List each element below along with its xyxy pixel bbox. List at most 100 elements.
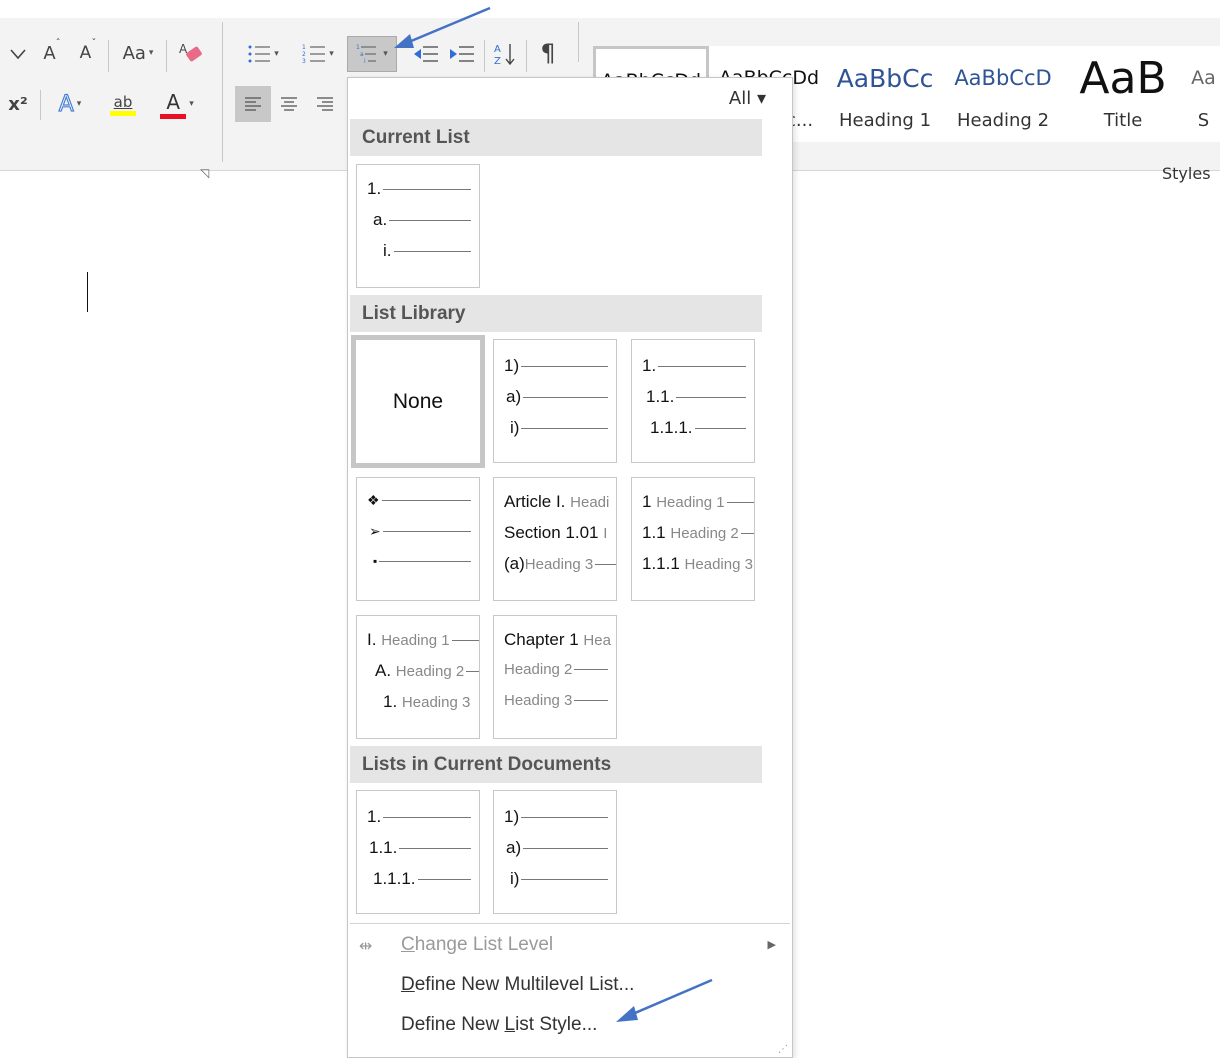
submenu-arrow-icon: ▶ [767,938,776,951]
pilcrow-icon: ¶ [540,39,556,67]
level-sample: Heading 2 [670,524,739,542]
svg-text:3: 3 [302,58,306,65]
annotation-arrow-bottom [616,978,713,1022]
level-label: Section 1.01 [504,523,599,542]
level-label: i) [510,869,520,888]
define-new-multilevel-list-item[interactable]: Define New Multilevel List... [401,974,634,996]
list-tile-bullets[interactable]: ❖ ➢ ▪ [356,477,480,601]
lists-in-current-documents-heading: Lists in Current Documents [350,746,762,783]
align-right-button[interactable] [308,86,342,122]
level-label: 1. [367,807,382,826]
shrink-font-button[interactable]: Aˇ [76,38,100,68]
list-tile-paren[interactable]: 1) a) i) [493,339,617,463]
align-right-icon [317,97,333,111]
change-list-level-item[interactable]: Change List Level [401,934,553,956]
change-list-level-icon: ⇹ [359,936,373,955]
level-sample: Headi [570,493,610,511]
highlight-color-button[interactable]: ab [98,86,148,122]
level-sample: I [603,524,608,542]
level-sample: Heading 1 [381,631,450,649]
menu-item-label: ist Style... [515,1014,598,1035]
level-label: 1.1.1 [642,554,680,573]
level-label: i. [383,241,392,260]
level-label: 1.1 [642,523,666,542]
menu-item-label: efine New Multilevel List... [414,974,635,995]
list-tile-roman-heading[interactable]: I. Heading 1 A. Heading 2 1. Heading 3 [356,615,480,739]
highlighter-icon: ab [113,92,133,111]
level-label: 1) [504,807,520,826]
access-key: L [504,1014,516,1035]
list-filter-dropdown[interactable]: All ▾ [729,88,766,109]
svg-text:2: 2 [302,51,306,58]
clear-formatting-button[interactable]: A [174,38,208,70]
list-tile-none[interactable]: None [351,335,485,468]
bullets-button[interactable]: ▾ [238,38,288,70]
title-bar-strip [0,0,1220,18]
show-formatting-button[interactable]: ¶ [532,36,564,70]
level-label: 1) [504,356,520,375]
font-color-icon: A [166,89,181,114]
align-left-button[interactable] [235,86,271,122]
style-heading-1[interactable]: AaBbCc Heading 1 [829,46,941,142]
style-sample: AaBbCc [836,63,934,93]
level-label: 1. [383,692,398,711]
style-title[interactable]: AaB Title [1063,46,1183,142]
numbered-list-icon: 123 [302,44,326,65]
style-name: Title [1103,110,1143,131]
numbering-button[interactable]: 123 ▾ [292,38,344,70]
current-list-tile[interactable]: 1. a. i. [356,164,480,288]
font-dropdown-chevron[interactable] [4,40,32,68]
style-sample: AaBbCcD [954,66,1052,90]
change-case-label: Aa [122,42,146,64]
text-effects-button[interactable]: A ▾ [46,88,94,120]
bullet-list-icon [248,45,271,63]
level-sample: Hea [583,631,611,649]
level-label: 1.1.1. [650,418,693,437]
menu-item-label: hange List Level [414,934,554,955]
current-list-heading: Current List [350,119,762,156]
align-center-icon [281,97,297,111]
font-dialog-launcher-icon[interactable]: ◹ [200,166,209,180]
multilevel-list-icon: 1ai [356,44,377,65]
style-name: S [1197,110,1210,131]
level-label: 1.1. [369,838,398,857]
svg-text:i: i [364,58,366,65]
bullet-diamond-icon: ❖ [367,492,380,508]
style-name: Heading 1 [838,110,932,131]
access-key: C [401,934,415,955]
doc-list-tile-decimal[interactable]: 1. 1.1. 1.1.1. [356,790,480,914]
define-new-list-style-item[interactable]: Define New List Style... [401,1014,597,1036]
level-label: a) [506,838,522,857]
doc-list-tile-paren[interactable]: 1) a) i) [493,790,617,914]
level-label: (a) [504,554,525,573]
menu-separator [350,923,790,924]
style-sample: AaB [1079,52,1167,104]
style-heading-2[interactable]: AaBbCcD Heading 2 [947,46,1059,142]
level-label: 1. [642,356,657,375]
none-label: None [392,389,444,413]
level-label: 1 [642,492,652,511]
eraser-icon: A [179,42,202,62]
list-tile-article[interactable]: Article I. Headi Section 1.01 I (a) Headi… [493,477,617,601]
list-tile-decimal[interactable]: 1. 1.1. 1.1.1. [631,339,755,463]
level-sample: Heading 3 [684,555,753,573]
text-effects-icon: A [58,91,74,117]
align-center-button[interactable] [272,86,306,122]
change-case-button[interactable]: Aa ▾ [114,38,162,68]
font-color-button[interactable]: A ▾ [150,86,204,122]
chevron-down-icon [10,49,26,60]
text-cursor [87,272,88,312]
menu-item-label: Define New [401,1014,505,1035]
superscript-button[interactable]: x² [2,88,34,120]
bullet-arrow-icon: ➢ [369,523,381,539]
list-tile-chapter[interactable]: Chapter 1 Hea Heading 2 Heading 3 [493,615,617,739]
resize-grip-icon[interactable]: ⋰ [778,1044,788,1055]
level-sample: Heading 3 [504,692,573,709]
level-label: 1. [367,179,382,198]
multilevel-list-dropdown: All ▾ Current List 1. a. i. List Library… [347,77,793,1058]
style-subtitle[interactable]: Aa S [1187,46,1220,142]
svg-text:1: 1 [356,44,360,51]
list-tile-heading-numbered[interactable]: 1 Heading 1 1.1 Heading 2 1.1.1 Heading … [631,477,755,601]
level-sample: Heading 2 [504,661,573,678]
grow-font-button[interactable]: Aˆ [40,38,64,68]
